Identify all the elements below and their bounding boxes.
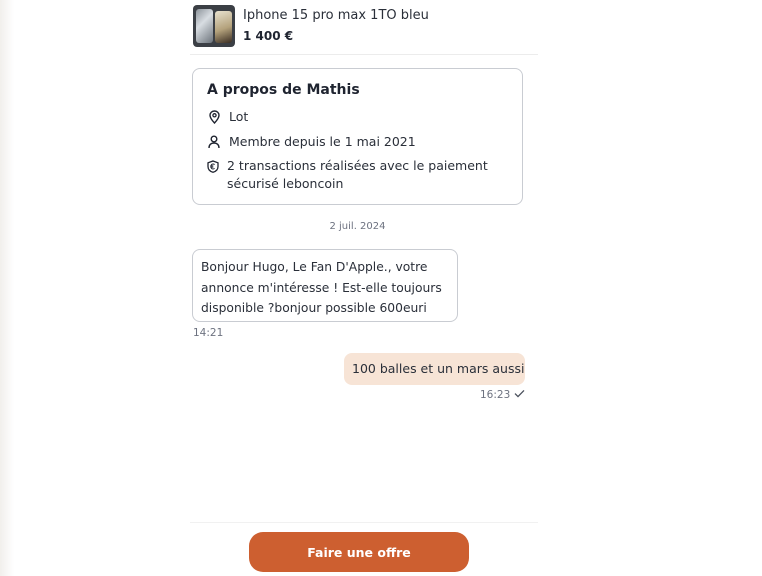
seller-location: Lot (207, 108, 248, 126)
outgoing-message-time: 16:23 (480, 389, 511, 401)
product-thumbnail[interactable] (193, 5, 235, 47)
about-seller-card: A propos de Mathis Lot Membre depuis le … (192, 68, 523, 205)
phone-image-back (196, 9, 213, 43)
member-since-text: Membre depuis le 1 mai 2021 (229, 134, 416, 149)
incoming-message-bubble: Bonjour Hugo, Le Fan D'Apple., votre ann… (192, 249, 458, 322)
footer-divider (190, 522, 538, 523)
outgoing-message-text: 100 balles et un mars aussi (352, 361, 525, 376)
incoming-message-time: 14:21 (193, 327, 224, 339)
phone-image-front (215, 11, 232, 43)
transactions-text: 2 transactions réalisées avec le paiemen… (227, 158, 488, 191)
outgoing-message-meta: 16:23 (480, 389, 525, 401)
outgoing-message-bubble: 100 balles et un mars aussi (344, 353, 525, 385)
about-title: A propos de Mathis (207, 82, 360, 98)
secure-payment-shield-icon (207, 157, 219, 175)
window-edge-shadow (0, 0, 14, 576)
product-price: 1 400 € (243, 29, 294, 43)
product-title[interactable]: Iphone 15 pro max 1TO bleu (243, 8, 429, 23)
conversation-date: 2 juil. 2024 (329, 221, 386, 232)
location-pin-icon (207, 108, 221, 126)
user-icon (207, 133, 221, 151)
seller-transactions: 2 transactions réalisées avec le paiemen… (207, 157, 507, 193)
incoming-message-text: Bonjour Hugo, Le Fan D'Apple., votre ann… (201, 260, 442, 315)
header-divider (190, 54, 538, 55)
product-header[interactable]: Iphone 15 pro max 1TO bleu 1 400 € (193, 5, 538, 49)
make-offer-button[interactable]: Faire une offre (249, 532, 469, 572)
seller-member-since: Membre depuis le 1 mai 2021 (207, 133, 416, 151)
check-icon (514, 389, 525, 401)
seller-location-text: Lot (229, 109, 249, 124)
